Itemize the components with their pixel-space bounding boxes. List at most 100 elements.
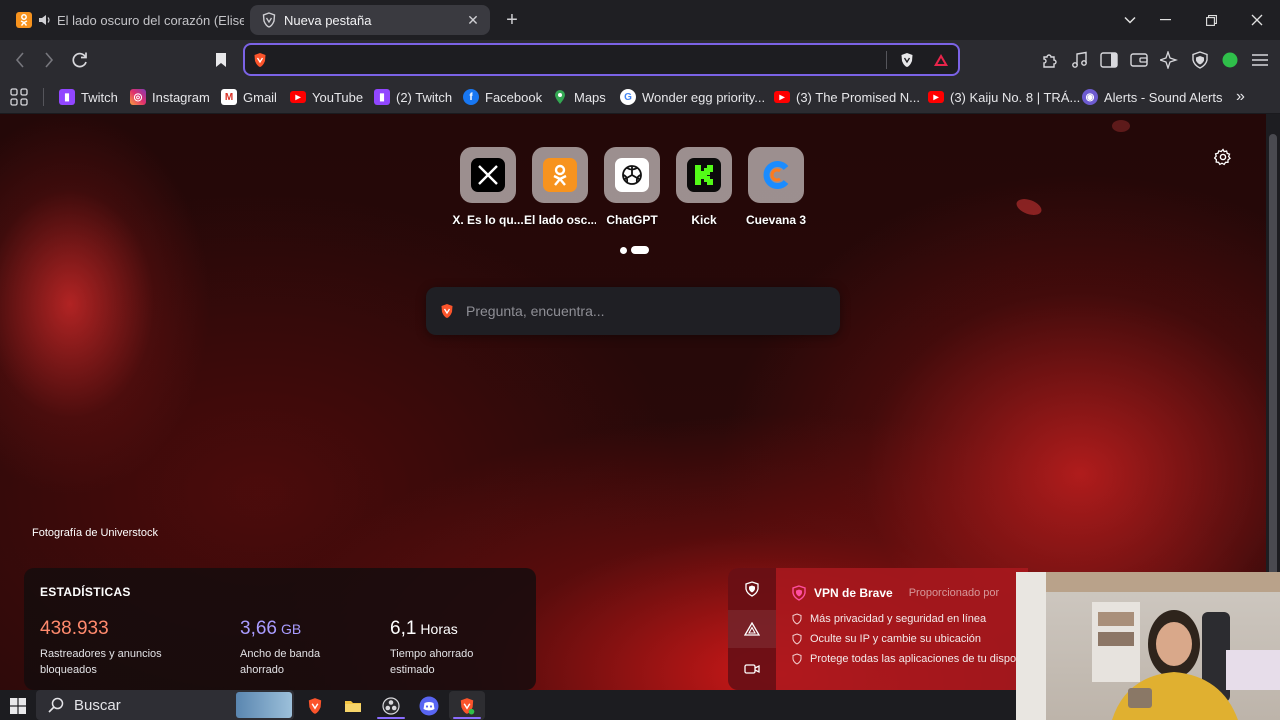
- rail-vpn-shield-icon[interactable]: [728, 570, 776, 608]
- leo-ai-icon[interactable]: [1157, 48, 1181, 72]
- page-dot[interactable]: [620, 246, 627, 254]
- minimize-icon[interactable]: [1142, 0, 1188, 40]
- restore-icon[interactable]: [1188, 0, 1234, 40]
- brave-rewards-icon[interactable]: [933, 53, 949, 67]
- speck: [1112, 120, 1130, 132]
- close-window-icon[interactable]: [1234, 0, 1280, 40]
- search-input[interactable]: Pregunta, encuentra...: [466, 303, 605, 319]
- bookmark-twitch[interactable]: ▮ Twitch: [59, 87, 118, 107]
- taskbar-discord-icon[interactable]: [411, 691, 447, 720]
- top-sites-pager: [620, 246, 649, 254]
- speck: [1014, 195, 1044, 219]
- back-icon[interactable]: [8, 48, 32, 72]
- bookmarks-bar: ▮ Twitch ◎ Instagram M Gmail ▸ YouTube ▮ (2) …: [0, 80, 1280, 114]
- top-site-label: X. Es lo qu...: [452, 213, 524, 227]
- tab-el-lado-oscuro[interactable]: El lado oscuro del corazón (Eliseo: [8, 5, 244, 35]
- vpn-feature: Más privacidad y seguridad en línea: [792, 613, 986, 625]
- taskbar-obs-icon[interactable]: [373, 691, 409, 720]
- check-shield-icon: [792, 613, 802, 625]
- vpn-header: VPN de Brave Proporcionado por: [792, 585, 999, 601]
- sidebar-icon[interactable]: [1097, 48, 1121, 72]
- google-icon: G: [620, 89, 636, 105]
- top-site-chatgpt[interactable]: ChatGPT: [596, 147, 668, 227]
- top-site-x[interactable]: X. Es lo qu...: [452, 147, 524, 227]
- media-music-icon[interactable]: [1068, 48, 1092, 72]
- new-tab-icon[interactable]: +: [500, 8, 524, 32]
- top-site-icon-box: [748, 147, 804, 203]
- close-tab-icon[interactable]: ✕: [464, 11, 482, 29]
- taskbar-search[interactable]: Buscar: [36, 690, 294, 720]
- taskbar-brave-icon[interactable]: [297, 691, 333, 720]
- tab-nueva-pestana[interactable]: Nueva pestaña ✕: [250, 5, 490, 35]
- kick-icon: [687, 158, 721, 192]
- rail-talk-camera-icon[interactable]: [728, 650, 776, 688]
- brave-shields-icon[interactable]: [900, 52, 914, 68]
- top-site-label: El lado osc...: [524, 213, 596, 227]
- forward-icon[interactable]: [37, 48, 61, 72]
- reload-icon[interactable]: [68, 48, 92, 72]
- speaker-icon[interactable]: [38, 14, 51, 26]
- stat-trackers: 438.933 Rastreadores y anuncios bloqueado…: [40, 618, 162, 678]
- bookmarks-overflow-icon[interactable]: »: [1236, 87, 1245, 107]
- windows-start-icon[interactable]: [0, 691, 36, 720]
- time-desc: Tiempo ahorrado: [390, 648, 474, 660]
- top-site-el-lado-oscuro[interactable]: El lado osc...: [524, 147, 596, 227]
- instagram-icon: ◎: [130, 89, 146, 105]
- running-indicator: [453, 717, 481, 719]
- taskbar-file-explorer-icon[interactable]: [335, 691, 371, 720]
- page-dot-active[interactable]: [631, 246, 649, 254]
- extensions-icon[interactable]: [1038, 48, 1062, 72]
- widget-rail: [728, 568, 776, 690]
- bookmark-sound-alerts[interactable]: ◉ Alerts - Sound Alerts: [1082, 87, 1223, 107]
- taskbar-brave-active-icon[interactable]: [449, 691, 485, 720]
- stat-time: 6,1 Horas Tiempo ahorrado estimado: [390, 618, 473, 678]
- bookmark-kaiju[interactable]: ▸ (3) Kaiju No. 8 | TRÁ...: [928, 87, 1080, 107]
- soundalerts-icon: ◉: [1082, 89, 1098, 105]
- brave-search-icon: [440, 303, 454, 319]
- webcam-person-image: [1016, 572, 1280, 720]
- bookmark-wonder-egg[interactable]: G Wonder egg priority...: [620, 87, 765, 107]
- vpn-shield-icon[interactable]: [1188, 48, 1212, 72]
- trackers-desc-2: bloqueados: [40, 664, 97, 676]
- bookmark-facebook[interactable]: f Facebook: [463, 87, 542, 107]
- background-credit[interactable]: Fotografía de Universtock: [32, 527, 158, 539]
- bookmark-promised-neverland[interactable]: ▸ (3) The Promised N...: [774, 87, 920, 107]
- address-bar[interactable]: [243, 43, 960, 76]
- bookmark-gmail[interactable]: M Gmail: [221, 87, 277, 107]
- bookmark-youtube[interactable]: ▸ YouTube: [290, 87, 363, 107]
- top-site-icon-box: [604, 147, 660, 203]
- menu-icon[interactable]: [1248, 48, 1272, 72]
- youtube-icon: ▸: [774, 91, 790, 103]
- top-site-label: ChatGPT: [606, 213, 658, 227]
- x-icon: [471, 158, 505, 192]
- vpn-feature: Oculte su IP y cambie su ubicación: [792, 633, 981, 645]
- rail-rewards-icon[interactable]: [728, 610, 776, 648]
- brave-search-icon: [253, 52, 267, 68]
- webcam-overlay: [1016, 572, 1280, 720]
- top-site-label: Kick: [691, 213, 717, 227]
- time-value: 6,1: [390, 618, 417, 639]
- cuevana-icon: [759, 158, 793, 192]
- search-box[interactable]: Pregunta, encuentra...: [426, 287, 840, 335]
- bandwidth-unit: GB: [280, 621, 302, 637]
- check-shield-icon: [792, 633, 802, 645]
- top-site-cuevana[interactable]: Cuevana 3: [740, 147, 812, 227]
- profile-avatar[interactable]: [1218, 48, 1242, 72]
- bookmark-instagram[interactable]: ◎ Instagram: [130, 87, 210, 107]
- facebook-icon: f: [463, 89, 479, 105]
- bookmark-maps[interactable]: Maps: [552, 87, 606, 107]
- bookmark-icon[interactable]: [209, 48, 233, 72]
- trackers-value: 438.933: [40, 618, 109, 639]
- odnoklassniki-icon: [543, 158, 577, 192]
- apps-grid-icon[interactable]: [10, 87, 28, 107]
- vpn-feature: Protege todas las aplicaciones de tu dis…: [792, 653, 1016, 665]
- top-site-icon-box: [532, 147, 588, 203]
- time-desc-2: estimado: [390, 664, 435, 676]
- settings-gear-icon[interactable]: [1214, 148, 1232, 166]
- top-site-kick[interactable]: Kick: [668, 147, 740, 227]
- search-highlight-image: [236, 692, 292, 718]
- check-shield-icon: [792, 653, 802, 665]
- wallet-icon[interactable]: [1127, 48, 1151, 72]
- bookmark-twitch-2[interactable]: ▮ (2) Twitch: [374, 87, 452, 107]
- twitch-icon: ▮: [374, 89, 390, 105]
